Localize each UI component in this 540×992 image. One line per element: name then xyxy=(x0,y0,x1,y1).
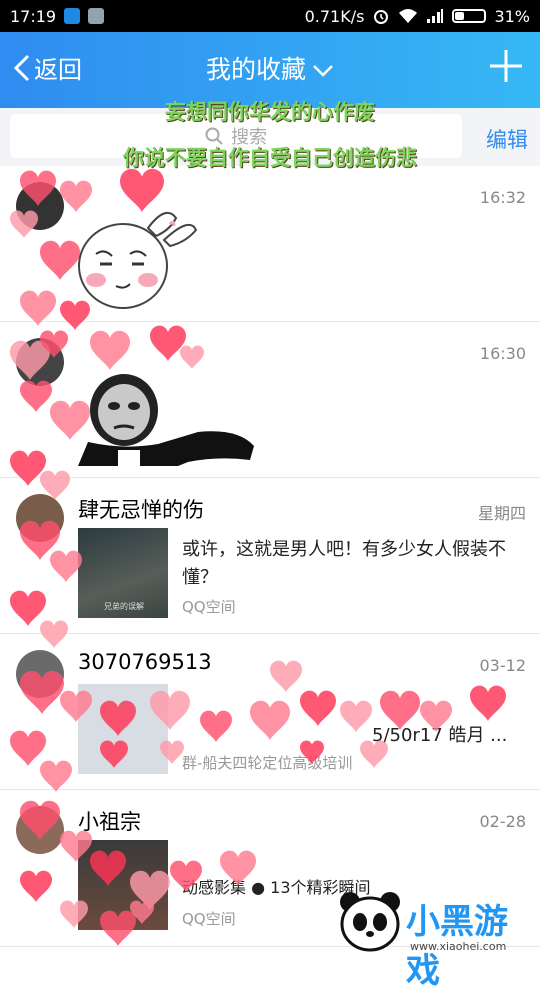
app-notification-icon xyxy=(64,8,81,24)
video-thumbnail: 兄弟的误解 xyxy=(78,528,168,618)
item-time: 02-28 xyxy=(479,812,527,831)
item-source: QQ空间 xyxy=(182,910,236,928)
edit-button[interactable]: 编辑 xyxy=(486,124,528,154)
add-icon[interactable] xyxy=(488,48,524,84)
site-watermark: 小黑游戏 www.xiaohei.com xyxy=(336,888,526,991)
net-speed: 0.71K/s xyxy=(304,6,365,26)
item-time: 16:30 xyxy=(479,344,526,363)
photo-thumbnail xyxy=(78,840,168,930)
link-thumbnail xyxy=(78,684,168,774)
battery-icon xyxy=(452,9,487,23)
item-source: 群-船夫四轮定位高级培训 xyxy=(182,754,353,772)
message-notification-icon xyxy=(88,8,105,24)
avatar xyxy=(16,338,64,386)
chevron-down-icon xyxy=(313,65,333,77)
item-sender: 小祖宗 xyxy=(78,810,141,834)
wifi-icon xyxy=(399,9,418,23)
favorite-item[interactable]: 16:32 xyxy=(0,166,540,322)
search-row: 搜索 编辑 xyxy=(0,108,540,166)
search-input[interactable]: 搜索 xyxy=(10,114,462,158)
search-placeholder: 搜索 xyxy=(231,127,267,148)
item-sender: 3070769513 xyxy=(78,650,212,674)
avatar xyxy=(16,806,64,854)
item-source: QQ空间 xyxy=(182,598,236,616)
panda-meme-sticker-image xyxy=(78,366,268,466)
panda-logo-icon xyxy=(340,892,400,952)
item-content: 或许，这就是男人吧！有多少女人假装不懂？ xyxy=(182,539,506,588)
rabbit-sticker-image xyxy=(78,211,198,309)
item-sender: 肆无忌惮的伤 xyxy=(78,498,204,522)
status-time: 17:19 xyxy=(10,6,57,26)
thumbnail-caption: 兄弟的误解 xyxy=(104,602,144,611)
watermark-url: www.xiaohei.com xyxy=(410,940,507,953)
favorite-item[interactable]: 肆无忌惮的伤 星期四 兄弟的误解 或许，这就是男人吧！有多少女人假装不懂？ QQ… xyxy=(0,478,540,634)
title-bar: 返回 我的收藏 xyxy=(0,32,540,108)
item-time: 16:32 xyxy=(479,188,526,207)
item-time: 03-12 xyxy=(479,656,527,675)
avatar xyxy=(16,182,64,230)
page-title: 我的收藏 xyxy=(205,55,306,84)
page-title-dropdown[interactable]: 我的收藏 xyxy=(0,50,540,86)
status-bar: 17:19 0.71K/s 31% xyxy=(0,0,540,32)
item-time: 星期四 xyxy=(477,504,526,523)
avatar xyxy=(16,650,64,698)
battery-percent: 31% xyxy=(494,6,530,26)
alarm-icon xyxy=(374,10,389,24)
avatar xyxy=(16,494,64,542)
favorite-item[interactable]: 3070769513 03-12 5/50r17 皓月 ... 群-船夫四轮定位… xyxy=(0,634,540,790)
favorite-item[interactable]: 16:30 xyxy=(0,322,540,478)
item-content: 5/50r17 皓月 ... xyxy=(372,725,508,746)
signal-icon xyxy=(427,9,444,23)
search-icon xyxy=(205,127,223,145)
